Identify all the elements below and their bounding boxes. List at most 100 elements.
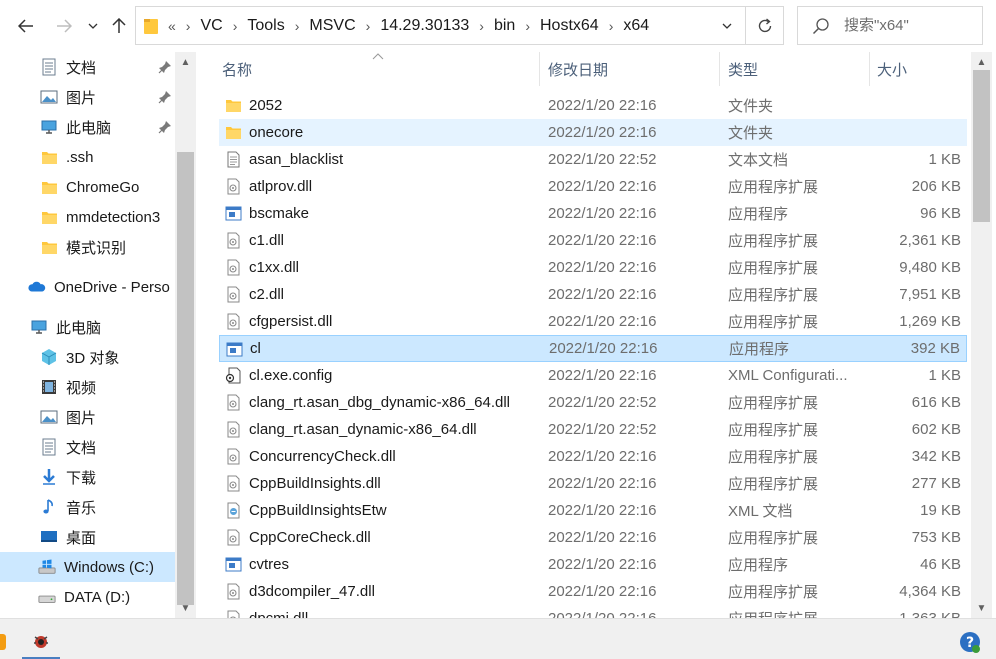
recent-locations-button[interactable] (84, 14, 102, 38)
file-date: 2022/1/20 22:52 (548, 151, 657, 168)
breadcrumb-item[interactable]: Hostx64 (540, 17, 599, 35)
sidebar-item[interactable]: mmdetection3 (0, 202, 175, 232)
file-row[interactable]: 2052 2022/1/20 22:16 文件夹 (219, 92, 967, 119)
file-size: 602 KB (911, 421, 961, 438)
column-divider[interactable] (539, 52, 540, 86)
breadcrumb-separator-icon[interactable]: › (525, 18, 530, 34)
sidebar-item[interactable]: 此电脑 (0, 312, 175, 342)
scroll-up-arrow[interactable]: ▲ (179, 56, 192, 69)
breadcrumb-separator-icon[interactable]: › (186, 18, 191, 34)
sidebar-item-label: Windows (C:) (64, 558, 155, 576)
sidebar-item[interactable]: 视频 (0, 372, 175, 402)
breadcrumb-item[interactable]: Tools (247, 17, 284, 35)
file-row[interactable]: cl 2022/1/20 22:16 应用程序 392 KB (219, 335, 967, 362)
search-input[interactable] (844, 17, 974, 34)
file-date: 2022/1/20 22:16 (548, 583, 657, 600)
sidebar-item[interactable]: 图片 (0, 402, 175, 432)
file-name: clang_rt.asan_dynamic-x86_64.dll (249, 421, 477, 438)
app-icon[interactable] (0, 625, 6, 659)
file-date: 2022/1/20 22:16 (549, 340, 658, 357)
computer-icon (40, 118, 58, 136)
scroll-up-arrow[interactable]: ▲ (975, 56, 988, 69)
back-button[interactable] (14, 14, 38, 38)
scroll-down-arrow[interactable]: ▼ (179, 602, 192, 615)
help-icon[interactable]: ? (955, 625, 985, 659)
file-row[interactable]: CppCoreCheck.dll 2022/1/20 22:16 应用程序扩展 753… (219, 524, 967, 551)
column-header-name[interactable]: 名称 (222, 52, 252, 86)
file-row[interactable]: c2.dll 2022/1/20 22:16 应用程序扩展 7,951 KB (219, 281, 967, 308)
search-box[interactable] (797, 6, 983, 45)
breadcrumb-item[interactable]: x64 (623, 17, 649, 35)
sidebar-item[interactable]: OneDrive - Perso (0, 272, 175, 302)
sidebar-item[interactable]: 此电脑 (0, 112, 175, 142)
sidebar-scrollbar[interactable]: ▲ ▼ (175, 52, 196, 618)
file-row[interactable]: c1.dll 2022/1/20 22:16 应用程序扩展 2,361 KB (219, 227, 967, 254)
column-header-date[interactable]: 修改日期 (548, 52, 608, 86)
file-row[interactable]: cvtres 2022/1/20 22:16 应用程序 46 KB (219, 551, 967, 578)
address-dropdown-button[interactable] (709, 7, 745, 44)
sidebar-scroll-thumb[interactable] (177, 152, 194, 605)
forward-button[interactable] (52, 14, 76, 38)
column-header-size[interactable]: 大小 (877, 52, 907, 86)
refresh-button[interactable] (746, 6, 784, 45)
sidebar-item[interactable]: 模式识别 (0, 232, 175, 262)
file-row[interactable]: c1xx.dll 2022/1/20 22:16 应用程序扩展 9,480 KB (219, 254, 967, 281)
file-date: 2022/1/20 22:16 (548, 97, 657, 114)
sidebar-item[interactable]: ChromeGo (0, 172, 175, 202)
sidebar-item[interactable]: 音乐 (0, 492, 175, 522)
pin-icon[interactable] (158, 120, 172, 134)
file-list-scroll-thumb[interactable] (973, 70, 990, 222)
breadcrumb-item[interactable]: bin (494, 17, 515, 35)
sidebar-item[interactable]: 文档 (0, 432, 175, 462)
file-date: 2022/1/20 22:16 (548, 205, 657, 222)
sidebar-item[interactable]: 3D 对象 (0, 342, 175, 372)
breadcrumb-item[interactable]: MSVC (309, 17, 355, 35)
breadcrumb-item[interactable]: VC (200, 17, 222, 35)
exe-icon (226, 341, 243, 358)
navigation-bar: « › VC › Tools › MSVC › 14.29.30133 › bin › Hostx64… (0, 0, 996, 52)
sidebar-item[interactable]: DATA (D:) (0, 582, 175, 612)
file-row[interactable]: clang_rt.asan_dbg_dynamic-x86_64.dll 2022… (219, 389, 967, 416)
file-list-scrollbar[interactable]: ▲ ▼ (971, 52, 992, 618)
file-row[interactable]: cfgpersist.dll 2022/1/20 22:16 应用程序扩展 1,269… (219, 308, 967, 335)
bug-app-icon[interactable] (22, 625, 60, 659)
exe-icon (225, 205, 242, 222)
sidebar-item-label: 桌面 (66, 529, 97, 547)
sidebar-item[interactable]: Windows (C:) (0, 552, 175, 582)
file-date: 2022/1/20 22:52 (548, 421, 657, 438)
breadcrumb-separator-icon[interactable]: › (295, 18, 300, 34)
file-date: 2022/1/20 22:16 (548, 124, 657, 141)
file-row[interactable]: cl.exe.config 2022/1/20 22:16 XML Configur… (219, 362, 967, 389)
file-row[interactable]: ConcurrencyCheck.dll 2022/1/20 22:16 应用程序扩… (219, 443, 967, 470)
file-row[interactable]: CppBuildInsightsEtw 2022/1/20 22:16 XML 文档… (219, 497, 967, 524)
file-row[interactable]: asan_blacklist 2022/1/20 22:52 文本文档 1 KB (219, 146, 967, 173)
sidebar-item[interactable]: 文档 (0, 52, 175, 82)
address-bar[interactable]: « › VC › Tools › MSVC › 14.29.30133 › bin › Hostx64… (135, 6, 746, 45)
breadcrumb-separator-icon[interactable]: › (233, 18, 238, 34)
column-header-type[interactable]: 类型 (728, 52, 758, 86)
sidebar-item-label: OneDrive - Perso (54, 278, 170, 296)
column-divider[interactable] (719, 52, 720, 86)
sidebar-item[interactable]: .ssh (0, 142, 175, 172)
file-row[interactable]: dpcmi.dll 2022/1/20 22:16 应用程序扩展 1,363 KB (219, 605, 967, 618)
breadcrumb-separator-icon[interactable]: › (479, 18, 484, 34)
breadcrumb-separator-icon[interactable]: › (609, 18, 614, 34)
file-row[interactable]: clang_rt.asan_dynamic-x86_64.dll 2022/1/2… (219, 416, 967, 443)
breadcrumb-item[interactable]: 14.29.30133 (380, 17, 469, 35)
up-button[interactable] (107, 14, 131, 38)
file-row[interactable]: bscmake 2022/1/20 22:16 应用程序 96 KB (219, 200, 967, 227)
file-date: 2022/1/20 22:16 (548, 367, 657, 384)
breadcrumb-overflow[interactable]: « (168, 18, 176, 34)
column-divider[interactable] (869, 52, 870, 86)
file-row[interactable]: d3dcompiler_47.dll 2022/1/20 22:16 应用程序扩展 4… (219, 578, 967, 605)
breadcrumb-separator-icon[interactable]: › (366, 18, 371, 34)
scroll-down-arrow[interactable]: ▼ (975, 602, 988, 615)
sidebar-item[interactable]: 下载 (0, 462, 175, 492)
sidebar-item[interactable]: 图片 (0, 82, 175, 112)
file-row[interactable]: onecore 2022/1/20 22:16 文件夹 (219, 119, 967, 146)
file-row[interactable]: atlprov.dll 2022/1/20 22:16 应用程序扩展 206 KB (219, 173, 967, 200)
pin-icon[interactable] (158, 60, 172, 74)
sidebar-item[interactable]: 桌面 (0, 522, 175, 552)
file-row[interactable]: CppBuildInsights.dll 2022/1/20 22:16 应用程序扩… (219, 470, 967, 497)
pin-icon[interactable] (158, 90, 172, 104)
